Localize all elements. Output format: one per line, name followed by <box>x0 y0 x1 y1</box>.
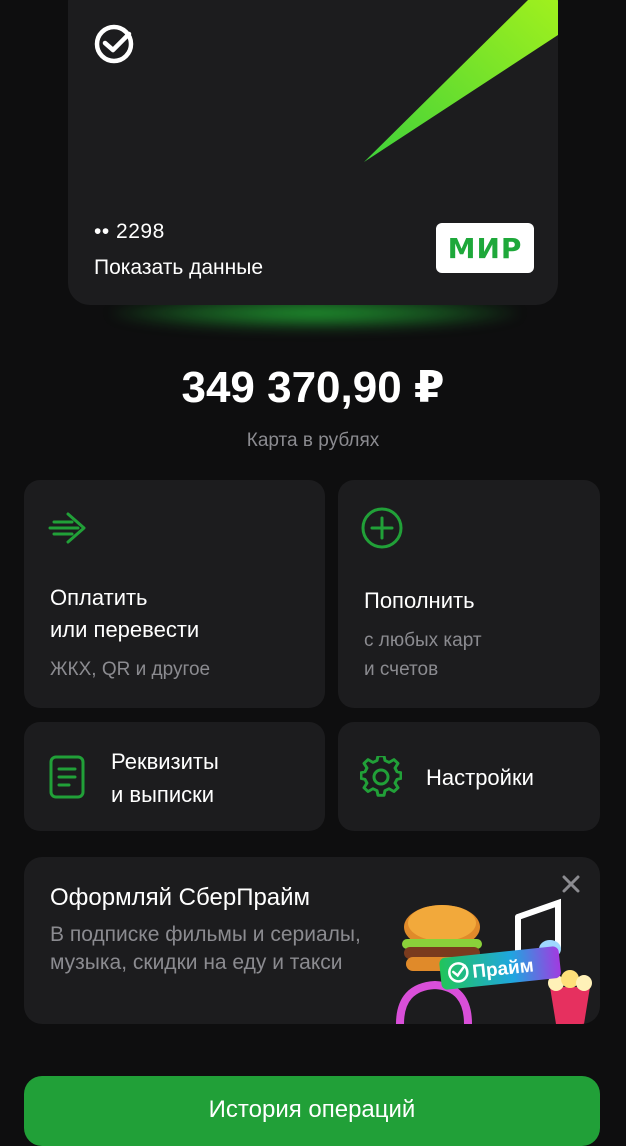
plus-circle-icon <box>361 507 403 549</box>
promo-title: Оформляй СберПрайм <box>50 884 311 911</box>
pay-title-line2: или перевести <box>50 617 200 642</box>
top-up-tile[interactable]: Пополнить с любых карт и счетов <box>338 480 600 708</box>
close-icon[interactable] <box>560 873 582 895</box>
requisites-title-line2: и выписки <box>111 782 215 807</box>
card-number-masked: •• 2298 <box>94 220 165 243</box>
requisites-tile[interactable]: Реквизиты и выписки <box>24 722 325 831</box>
top-up-subtitle-line1: с любых карт <box>364 630 482 651</box>
pay-or-transfer-tile[interactable]: Оплатить или перевести ЖКХ, QR и другое <box>24 480 325 708</box>
transfer-arrow-icon <box>48 512 86 544</box>
mir-logo: МИР <box>436 223 534 273</box>
promo-illustration: Прайм <box>396 898 592 1024</box>
settings-title: Настройки <box>426 765 534 790</box>
requisites-title-line1: Реквизиты <box>111 749 219 774</box>
show-card-details-link[interactable]: Показать данные <box>94 256 263 280</box>
balance-amount: 349 370,90 ₽ <box>181 363 445 412</box>
card-stripe-decoration <box>364 0 558 162</box>
top-up-subtitle-line2: и счетов <box>364 659 439 680</box>
sberprime-promo-banner[interactable]: Оформляй СберПрайм В подписке фильмы и с… <box>24 857 600 1024</box>
headphones-icon <box>396 980 472 1024</box>
promo-text: В подписке фильмы и сериалы, музыка, ски… <box>50 923 361 974</box>
operations-history-button[interactable]: История операций <box>24 1076 600 1146</box>
balance-caption: Карта в рублях <box>246 430 380 451</box>
sber-logo-icon <box>94 24 134 64</box>
top-up-title: Пополнить <box>364 588 475 613</box>
bank-card[interactable]: •• 2298 Показать данные МИР <box>68 0 558 305</box>
pay-subtitle: ЖКХ, QR и другое <box>50 659 211 680</box>
gear-icon <box>360 756 402 797</box>
settings-tile[interactable]: Настройки <box>338 722 600 831</box>
pay-title-line1: Оплатить <box>50 585 148 610</box>
document-icon <box>49 755 85 799</box>
